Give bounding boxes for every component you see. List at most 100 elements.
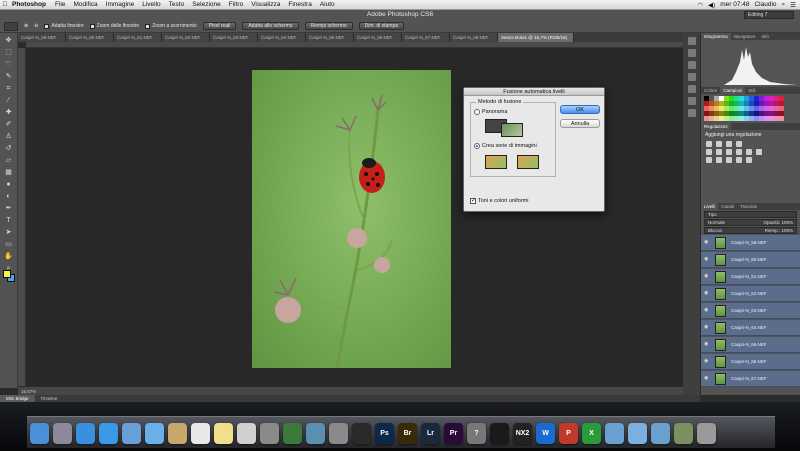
bw-icon[interactable] xyxy=(736,149,742,155)
dock-icon-app-store-icon[interactable] xyxy=(76,423,95,444)
channel-mixer-icon[interactable] xyxy=(756,149,762,155)
fill-control[interactable]: Riemp.: 100% xyxy=(765,228,793,233)
menu-selezione[interactable]: Selezione xyxy=(192,1,221,8)
exposure-icon[interactable] xyxy=(736,141,742,147)
adatta-finestre-checkbox[interactable]: Adatta finestre xyxy=(44,23,84,29)
gradient-tool-icon[interactable]: ▦ xyxy=(4,168,13,177)
blend-mode-select[interactable]: Normale Opacità: 100% xyxy=(704,219,797,226)
menu-testo[interactable]: Testo xyxy=(169,1,185,8)
user-name[interactable]: Claudio xyxy=(754,1,776,8)
dock-icon-contatti-icon[interactable] xyxy=(168,423,187,444)
zoom-scorrimento-checkbox[interactable]: Zoom a scorrimento xyxy=(145,23,197,29)
color-balance-icon[interactable] xyxy=(726,149,732,155)
menu-app[interactable]: Photoshop xyxy=(12,1,46,8)
dock-icon-finder-icon[interactable] xyxy=(30,423,49,444)
blur-tool-icon[interactable]: ● xyxy=(4,180,13,189)
vertical-ruler[interactable] xyxy=(18,48,26,386)
doc-tab[interactable]: Caspri-N_67.NEF xyxy=(402,33,450,42)
tab-info[interactable]: Info xyxy=(759,33,773,40)
dock-icon-nx2-icon[interactable]: NX2 xyxy=(513,423,532,444)
tab-colore[interactable]: Colore xyxy=(701,87,720,94)
radio-dot[interactable] xyxy=(474,109,480,115)
dock-icon-download-icon[interactable] xyxy=(651,423,670,444)
crop-tool-icon[interactable]: ⌗ xyxy=(4,84,13,93)
eraser-tool-icon[interactable]: ▱ xyxy=(4,156,13,165)
checkbox-checked[interactable] xyxy=(470,197,476,204)
actions-panel-icon[interactable] xyxy=(688,49,696,57)
doc-tab-active[interactable]: Senza titolo1 @ 16,7% (RGB/16) xyxy=(498,33,574,42)
layer-row[interactable]: ◉ Caspri-N_61.NEF xyxy=(701,269,800,285)
tab-stili[interactable]: Stili xyxy=(745,87,758,94)
menu-finestra[interactable]: Finestra xyxy=(288,1,311,8)
dock-icon-p-icon[interactable]: P xyxy=(559,423,578,444)
doc-tab[interactable]: Caspri-N_62.NEF xyxy=(162,33,210,42)
riempi-schermo-button[interactable]: Riempi schermo xyxy=(304,22,353,30)
menu-immagine[interactable]: Immagine xyxy=(106,1,135,8)
volume-icon[interactable]: ◀) xyxy=(708,1,715,9)
doc-tab[interactable]: Caspri-N_59.NEF xyxy=(18,33,66,42)
character-panel-icon[interactable] xyxy=(688,85,696,93)
tab-canali[interactable]: Canali xyxy=(718,203,737,210)
zoom-level[interactable]: 16,67% xyxy=(21,389,36,394)
layer-row[interactable]: ◉ Caspri-N_62.NEF xyxy=(701,286,800,302)
layer-row[interactable]: ◉ Caspri-N_60.NEF xyxy=(701,252,800,268)
layer-row[interactable]: ◉ Caspri-N_64.NEF xyxy=(701,320,800,336)
panorama-radio[interactable]: Panorama xyxy=(474,109,507,115)
levels-icon[interactable] xyxy=(716,141,722,147)
dodge-tool-icon[interactable]: ◐ xyxy=(4,192,13,201)
dock-icon-x-icon[interactable]: X xyxy=(582,423,601,444)
tab-regolazioni[interactable]: Regolazioni xyxy=(701,123,731,130)
eye-icon[interactable]: ◉ xyxy=(704,274,709,279)
dock-icon-lr-icon[interactable]: Lr xyxy=(421,423,440,444)
menu-livello[interactable]: Livello xyxy=(142,1,160,8)
zoom-out-icon[interactable]: ⊖ xyxy=(34,23,38,29)
swatches-grid[interactable] xyxy=(704,96,797,121)
menu-filtro[interactable]: Filtro xyxy=(229,1,243,8)
pen-tool-icon[interactable]: ✒ xyxy=(4,204,13,213)
seamless-tones-checkbox[interactable]: Toni e colori uniformi xyxy=(470,197,528,204)
workspace-select[interactable]: Editing 7 xyxy=(744,11,794,19)
wifi-icon[interactable]: ◠ xyxy=(697,1,703,9)
adatta-schermo-button[interactable]: Adatta allo schermo xyxy=(242,22,299,30)
tab-mini-bridge[interactable]: Mini Bridge xyxy=(0,395,35,402)
dock-icon-utility-icon[interactable] xyxy=(260,423,279,444)
dim-stampa-button[interactable]: Dim. di stampa xyxy=(358,22,405,30)
layer-row[interactable]: ◉ Caspri-N_67.NEF xyxy=(701,371,800,387)
lasso-tool-icon[interactable]: ➰ xyxy=(4,60,13,69)
brightness-icon[interactable] xyxy=(706,141,712,147)
apple-icon[interactable]:  xyxy=(0,1,10,8)
layer-row[interactable]: ◉ Caspri-N_66.NEF xyxy=(701,354,800,370)
tab-livelli[interactable]: Livelli xyxy=(701,203,719,210)
doc-tab[interactable]: Caspri-N_60.NEF xyxy=(66,33,114,42)
history-brush-icon[interactable]: ↺ xyxy=(4,144,13,153)
eye-icon[interactable]: ◉ xyxy=(704,308,709,313)
dock-icon-lightroom-icon[interactable] xyxy=(490,423,509,444)
layer-row[interactable]: ◉ Caspri-N_63.NEF xyxy=(701,303,800,319)
list-icon[interactable]: ☰ xyxy=(790,1,796,9)
tab-istogramma[interactable]: Istogramma xyxy=(701,33,731,40)
dock-icon-w-icon[interactable]: W xyxy=(536,423,555,444)
dock-icon-documenti-icon[interactable] xyxy=(628,423,647,444)
clock[interactable]: mer 07:48 xyxy=(720,1,749,8)
menu-aiuto[interactable]: Aiuto xyxy=(320,1,335,8)
eye-icon[interactable]: ◉ xyxy=(704,342,709,347)
layer-row[interactable]: ◉ Caspri-N_59.NEF xyxy=(701,235,800,251)
opacity-control[interactable]: Opacità: 100% xyxy=(763,220,793,225)
photo-filter-icon[interactable] xyxy=(746,149,752,155)
brush-tool-icon[interactable]: ✐ xyxy=(4,120,13,129)
type-tool-icon[interactable]: T xyxy=(4,216,13,225)
zoom-finestre-checkbox[interactable]: Zoom delle finestre xyxy=(89,23,139,29)
eye-icon[interactable]: ◉ xyxy=(704,359,709,364)
eye-icon[interactable]: ◉ xyxy=(704,240,709,245)
radio-dot-selected[interactable] xyxy=(474,143,480,149)
dock-icon-note-icon[interactable] xyxy=(214,423,233,444)
hue-icon[interactable] xyxy=(716,149,722,155)
doc-tab[interactable]: Caspri-N_68.NEF xyxy=(450,33,498,42)
dock-icon-preferenze-icon[interactable] xyxy=(329,423,348,444)
tab-timeline[interactable]: Timeline xyxy=(35,395,64,402)
zoom-in-icon[interactable]: ⊕ xyxy=(24,23,28,29)
color-swatch[interactable] xyxy=(779,116,784,121)
posterize-icon[interactable] xyxy=(716,157,722,163)
history-panel-icon[interactable] xyxy=(688,37,696,45)
tab-navigatore[interactable]: Navigatore xyxy=(731,33,759,40)
